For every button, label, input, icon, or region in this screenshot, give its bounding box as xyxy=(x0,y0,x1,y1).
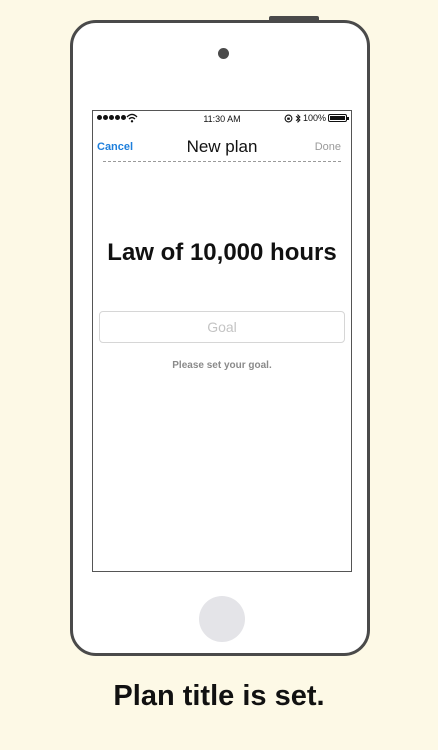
goal-hint: Please set your goal. xyxy=(172,360,272,371)
battery-icon xyxy=(328,114,349,122)
front-camera-icon xyxy=(218,48,229,59)
battery-percentage: 100% xyxy=(302,113,326,123)
status-right-group: 100% xyxy=(284,113,349,123)
goal-input[interactable] xyxy=(99,311,345,343)
bluetooth-icon xyxy=(295,113,301,123)
home-button[interactable] xyxy=(199,596,245,642)
rotation-lock-icon xyxy=(284,114,293,122)
done-button[interactable]: Done xyxy=(315,141,341,153)
caption: Plan title is set. xyxy=(113,680,325,712)
nav-divider xyxy=(103,161,341,162)
status-bar: 11:30 AM 100% xyxy=(93,111,351,127)
plan-title: Law of 10,000 hours xyxy=(107,239,337,266)
navigation-bar: Cancel New plan Done xyxy=(93,129,351,163)
device-screen: 11:30 AM 100% Cancel New plan Done Law o… xyxy=(92,110,352,572)
nav-title: New plan xyxy=(186,137,258,156)
